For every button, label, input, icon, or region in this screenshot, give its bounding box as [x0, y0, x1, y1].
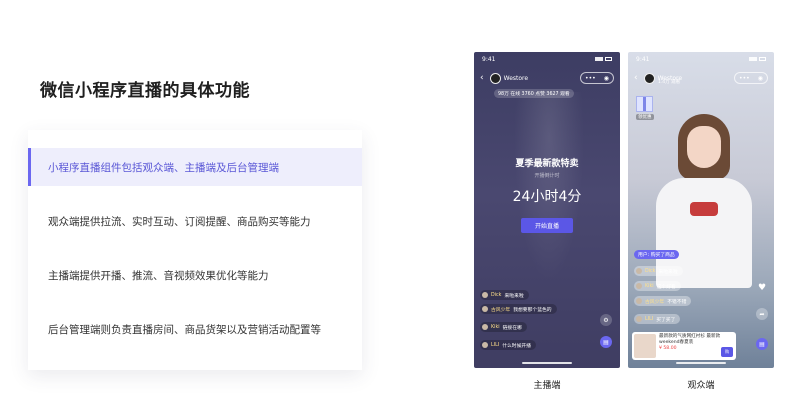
- home-indicator: [522, 362, 572, 364]
- purchase-notice: 用户: 购买了商品: [634, 250, 679, 259]
- comment-text: 链接在哪: [502, 325, 522, 331]
- comment-item: Kiki 这个好看: [634, 281, 681, 291]
- avatar: [489, 72, 501, 84]
- comment-item: Kiki 链接在哪: [480, 322, 527, 332]
- comment-text: 来啦来啦: [504, 293, 524, 299]
- countdown: 24小时4分: [512, 189, 582, 205]
- feature-list: 小程序直播组件包括观众端、主播端及后台管理端 观众端提供拉流、实时互动、订阅提醒…: [28, 130, 362, 370]
- back-icon[interactable]: ‹: [634, 73, 638, 83]
- comment-text: 什么时候开播: [502, 343, 531, 349]
- more-icon[interactable]: •••: [585, 75, 596, 82]
- product-card[interactable]: 最新款的气质网红衬衫 最新款weekend春夏装 ¥ 58.00 购: [632, 332, 736, 360]
- comment-name: LILI: [645, 316, 654, 322]
- product-thumbnail: [634, 334, 656, 358]
- comment-avatar: [636, 283, 642, 289]
- viewer-nav-bar: ‹ Westore ••• ◉: [628, 70, 774, 86]
- viewer-phone-caption: 观众端: [687, 381, 715, 391]
- back-icon[interactable]: ‹: [480, 73, 484, 83]
- home-indicator: [676, 362, 726, 364]
- start-live-button[interactable]: 开始直播: [521, 218, 573, 233]
- streamer-face: [687, 126, 721, 168]
- more-icon[interactable]: •••: [739, 75, 750, 82]
- comment-avatar: [482, 292, 488, 298]
- feature-item-overview[interactable]: 小程序直播组件包括观众端、主播端及后台管理端: [28, 148, 362, 186]
- comment-text: 这个好看: [656, 284, 676, 290]
- shopping-bag-icon[interactable]: ▤: [756, 338, 768, 350]
- gift-icon[interactable]: [636, 96, 653, 112]
- comment-name: Dick: [645, 268, 656, 274]
- settings-icon[interactable]: ⚙: [600, 314, 612, 326]
- host-live-title: 夏季最新款特卖: [515, 159, 579, 169]
- comment-avatar: [636, 316, 642, 322]
- mini-program-capsule[interactable]: ••• ◉: [734, 72, 768, 84]
- comment-avatar: [482, 324, 488, 330]
- comment-name: 古风少年: [645, 299, 665, 305]
- status-bar: 9:41: [628, 52, 774, 66]
- viewer-count: 1.4万 观看: [658, 80, 681, 85]
- feature-item-viewer[interactable]: 观众端提供拉流、实时互动、订阅提醒、商品购买等能力: [28, 202, 362, 240]
- host-phone-mockup: 9:41 ‹ Westore ••• ◉ 98万 在线 3760 点赞 3627 …: [474, 52, 620, 368]
- comment-text: 我想要那个蓝色的: [513, 307, 552, 313]
- comment-name: 古风少年: [491, 307, 511, 313]
- status-time: 9:41: [636, 55, 650, 63]
- comment-name: Kiki: [491, 324, 500, 330]
- status-time: 9:41: [482, 55, 496, 63]
- comment-text: 来啦来啦: [658, 269, 678, 275]
- host-background-figure: [504, 92, 594, 322]
- page-title: 微信小程序直播的具体功能: [40, 81, 250, 101]
- close-icon[interactable]: ◉: [604, 75, 609, 82]
- comment-text: 不错不错: [667, 299, 687, 305]
- status-bar: 9:41: [474, 52, 620, 66]
- status-icons: [749, 57, 766, 61]
- comment-item: Dick 来啦来啦: [634, 266, 683, 276]
- comment-item: 古风少年 我想要那个蓝色的: [480, 304, 557, 314]
- mini-program-capsule[interactable]: ••• ◉: [580, 72, 614, 84]
- comment-text: 买了买了: [656, 317, 676, 323]
- shirt-print: [690, 202, 718, 216]
- shopping-bag-icon[interactable]: ▤: [600, 336, 612, 348]
- product-title: 最新款的气质网红衬衫 最新款weekend春夏装: [659, 334, 721, 345]
- feature-item-host[interactable]: 主播端提供开播、推流、音视频效果优化等能力: [28, 256, 362, 294]
- comment-item: 古风少年 不错不错: [634, 296, 692, 306]
- comment-avatar: [482, 342, 488, 348]
- close-icon[interactable]: ◉: [758, 75, 763, 82]
- like-heart-icon[interactable]: ♥: [756, 282, 768, 294]
- avatar: [643, 72, 655, 84]
- buy-button[interactable]: 购: [721, 347, 733, 357]
- room-name: Westore: [503, 74, 529, 82]
- comment-name: LILI: [491, 342, 500, 348]
- comment-item: LILI 什么时候开播: [480, 340, 536, 350]
- comment-avatar: [482, 306, 488, 312]
- comment-item: LILI 买了买了: [634, 314, 681, 324]
- gift-label: 领优惠: [636, 114, 654, 120]
- comment-avatar: [636, 298, 642, 304]
- comment-item: Dick 来啦来啦: [480, 290, 529, 300]
- feature-item-admin[interactable]: 后台管理端则负责直播房间、商品货架以及营销活动配置等: [28, 310, 362, 348]
- viewer-phone-mockup: 9:41 ‹ Westore ••• ◉ 1.4万 观看 领优惠 用户: 购买了商…: [628, 52, 774, 368]
- share-icon[interactable]: ➦: [756, 308, 768, 320]
- countdown-label: 开播倒计时: [534, 173, 560, 179]
- host-phone-caption: 主播端: [533, 381, 561, 391]
- host-nav-bar: ‹ Westore ••• ◉: [474, 70, 620, 86]
- comment-avatar: [636, 268, 642, 274]
- status-icons: [595, 57, 612, 61]
- comment-name: Kiki: [645, 283, 654, 289]
- comment-name: Dick: [491, 292, 502, 298]
